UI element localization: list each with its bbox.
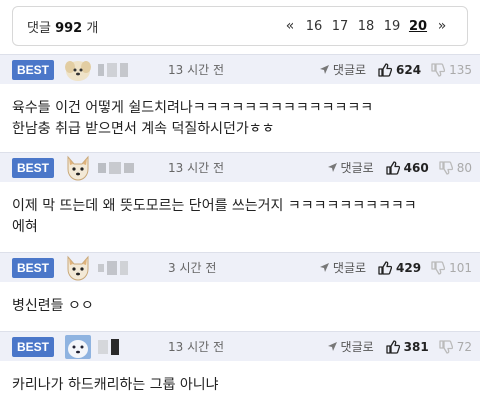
comment-header: BEST 3 시간 전 댓글로 429 101 bbox=[0, 252, 480, 282]
nickname-masked[interactable] bbox=[98, 62, 168, 77]
best-badge: BEST bbox=[12, 157, 54, 178]
comment-text: 카리나가 하드캐리하는 그룹 아니냐 bbox=[0, 361, 480, 396]
thumbs-down-icon bbox=[431, 62, 446, 77]
send-arrow-icon bbox=[327, 163, 337, 172]
comment-count-label: 댓글 bbox=[27, 20, 51, 36]
best-comment: BEST 13 시간 전 댓글로 381 72 카리나가 하드캐리하는 그룹 아… bbox=[0, 331, 480, 396]
comment-header: BEST 13 시간 전 댓글로 381 72 bbox=[0, 331, 480, 361]
dislike-count: 101 bbox=[449, 260, 472, 275]
reply-label: 댓글로 bbox=[340, 340, 374, 354]
page-link[interactable]: 17 bbox=[327, 19, 353, 34]
reply-button[interactable]: 댓글로 bbox=[327, 338, 374, 355]
nickname-masked[interactable] bbox=[98, 161, 168, 174]
page-link[interactable]: 18 bbox=[353, 19, 379, 34]
thumbs-up-icon bbox=[386, 160, 400, 175]
avatar[interactable] bbox=[64, 57, 92, 83]
nickname-masked[interactable] bbox=[98, 260, 168, 275]
thumbs-down-icon bbox=[439, 339, 453, 354]
like-count: 460 bbox=[403, 160, 429, 175]
best-badge: BEST bbox=[12, 257, 54, 278]
comment-count-unit: 개 bbox=[86, 20, 99, 36]
page-link[interactable]: 19 bbox=[379, 19, 405, 34]
prev-pages-icon[interactable]: « bbox=[279, 18, 301, 34]
reply-button[interactable]: 댓글로 bbox=[319, 259, 366, 276]
comment-time: 13 시간 전 bbox=[168, 340, 225, 354]
avatar[interactable] bbox=[64, 155, 92, 181]
comment-line: 병신련들 ㅇㅇ bbox=[12, 298, 94, 314]
reply-label: 댓글로 bbox=[340, 161, 374, 175]
thumbs-up-icon bbox=[378, 62, 393, 77]
dislike-count: 80 bbox=[456, 160, 472, 175]
comment-count-value: 992 bbox=[55, 20, 83, 36]
like-button[interactable]: 460 bbox=[386, 161, 429, 175]
thumbs-up-icon bbox=[378, 260, 393, 275]
page-link[interactable]: 16 bbox=[301, 19, 327, 34]
dislike-button[interactable]: 101 bbox=[431, 261, 472, 275]
next-pages-icon[interactable]: » bbox=[431, 18, 453, 34]
best-badge: BEST bbox=[12, 336, 54, 357]
send-arrow-icon bbox=[319, 263, 329, 272]
thumbs-up-icon bbox=[386, 339, 400, 354]
dislike-button[interactable]: 135 bbox=[431, 63, 472, 77]
comment-time: 13 시간 전 bbox=[168, 161, 225, 175]
best-comment: BEST 3 시간 전 댓글로 429 101 병신련들 ㅇㅇ bbox=[0, 252, 480, 317]
comment-header: BEST 13 시간 전 댓글로 624 135 bbox=[0, 54, 480, 84]
thumbs-down-icon bbox=[439, 160, 453, 175]
comment-line: 카리나가 하드캐리하는 그룹 아니냐 bbox=[12, 377, 219, 393]
dislike-count: 135 bbox=[449, 62, 472, 77]
comment-pager-bar: 댓글 992 개 « 16 17 18 19 20 » bbox=[12, 6, 468, 46]
avatar[interactable] bbox=[64, 334, 92, 360]
reply-button[interactable]: 댓글로 bbox=[327, 159, 374, 176]
comment-header: BEST 13 시간 전 댓글로 460 80 bbox=[0, 152, 480, 182]
like-count: 624 bbox=[396, 62, 422, 77]
comment-count: 댓글 992 개 bbox=[27, 17, 279, 36]
comment-time: 13 시간 전 bbox=[168, 63, 225, 77]
pagination: « 16 17 18 19 20 » bbox=[279, 18, 453, 34]
comment-line: 육수들 이건 어떻게 쉴드치려나ㅋㅋㅋㅋㅋㅋㅋㅋㅋㅋㅋㅋㅋㅋ bbox=[12, 100, 374, 116]
best-badge: BEST bbox=[12, 59, 54, 80]
thumbs-down-icon bbox=[431, 260, 446, 275]
like-count: 381 bbox=[403, 339, 429, 354]
send-arrow-icon bbox=[319, 65, 329, 74]
comment-text: 병신련들 ㅇㅇ bbox=[0, 282, 480, 317]
dislike-button[interactable]: 72 bbox=[439, 340, 472, 354]
nickname-masked[interactable] bbox=[98, 338, 168, 355]
comment-time: 3 시간 전 bbox=[168, 261, 217, 275]
like-button[interactable]: 429 bbox=[378, 261, 421, 275]
reply-label: 댓글로 bbox=[332, 63, 367, 77]
comment-line: 이제 막 뜨는데 왜 뜻도모르는 단어를 쓰는거지 ㅋㅋㅋㅋㅋㅋㅋㅋㅋㅋ bbox=[12, 198, 417, 214]
comment-line: 한남충 취급 받으면서 계속 덕질하시던가ㅎㅎ bbox=[12, 121, 275, 137]
page-link-current[interactable]: 20 bbox=[405, 19, 431, 34]
best-comment: BEST 13 시간 전 댓글로 460 80 이제 막 뜨는데 왜 뜻도모르는 bbox=[0, 152, 480, 238]
comment-text: 이제 막 뜨는데 왜 뜻도모르는 단어를 쓰는거지 ㅋㅋㅋㅋㅋㅋㅋㅋㅋㅋ 에혀 bbox=[0, 182, 480, 238]
reply-label: 댓글로 bbox=[332, 261, 367, 275]
comment-text: 육수들 이건 어떻게 쉴드치려나ㅋㅋㅋㅋㅋㅋㅋㅋㅋㅋㅋㅋㅋㅋ 한남충 취급 받으… bbox=[0, 84, 480, 140]
like-button[interactable]: 624 bbox=[378, 63, 421, 77]
like-button[interactable]: 381 bbox=[386, 340, 429, 354]
dislike-button[interactable]: 80 bbox=[439, 161, 472, 175]
send-arrow-icon bbox=[327, 342, 337, 351]
reply-button[interactable]: 댓글로 bbox=[319, 61, 366, 78]
like-count: 429 bbox=[396, 260, 422, 275]
dislike-count: 72 bbox=[456, 339, 472, 354]
avatar[interactable] bbox=[64, 255, 92, 281]
comment-line: 에혀 bbox=[12, 219, 38, 235]
best-comment: BEST 13 시간 전 댓글로 624 135 육수들 이건 어떻게 쉴드치려… bbox=[0, 54, 480, 140]
